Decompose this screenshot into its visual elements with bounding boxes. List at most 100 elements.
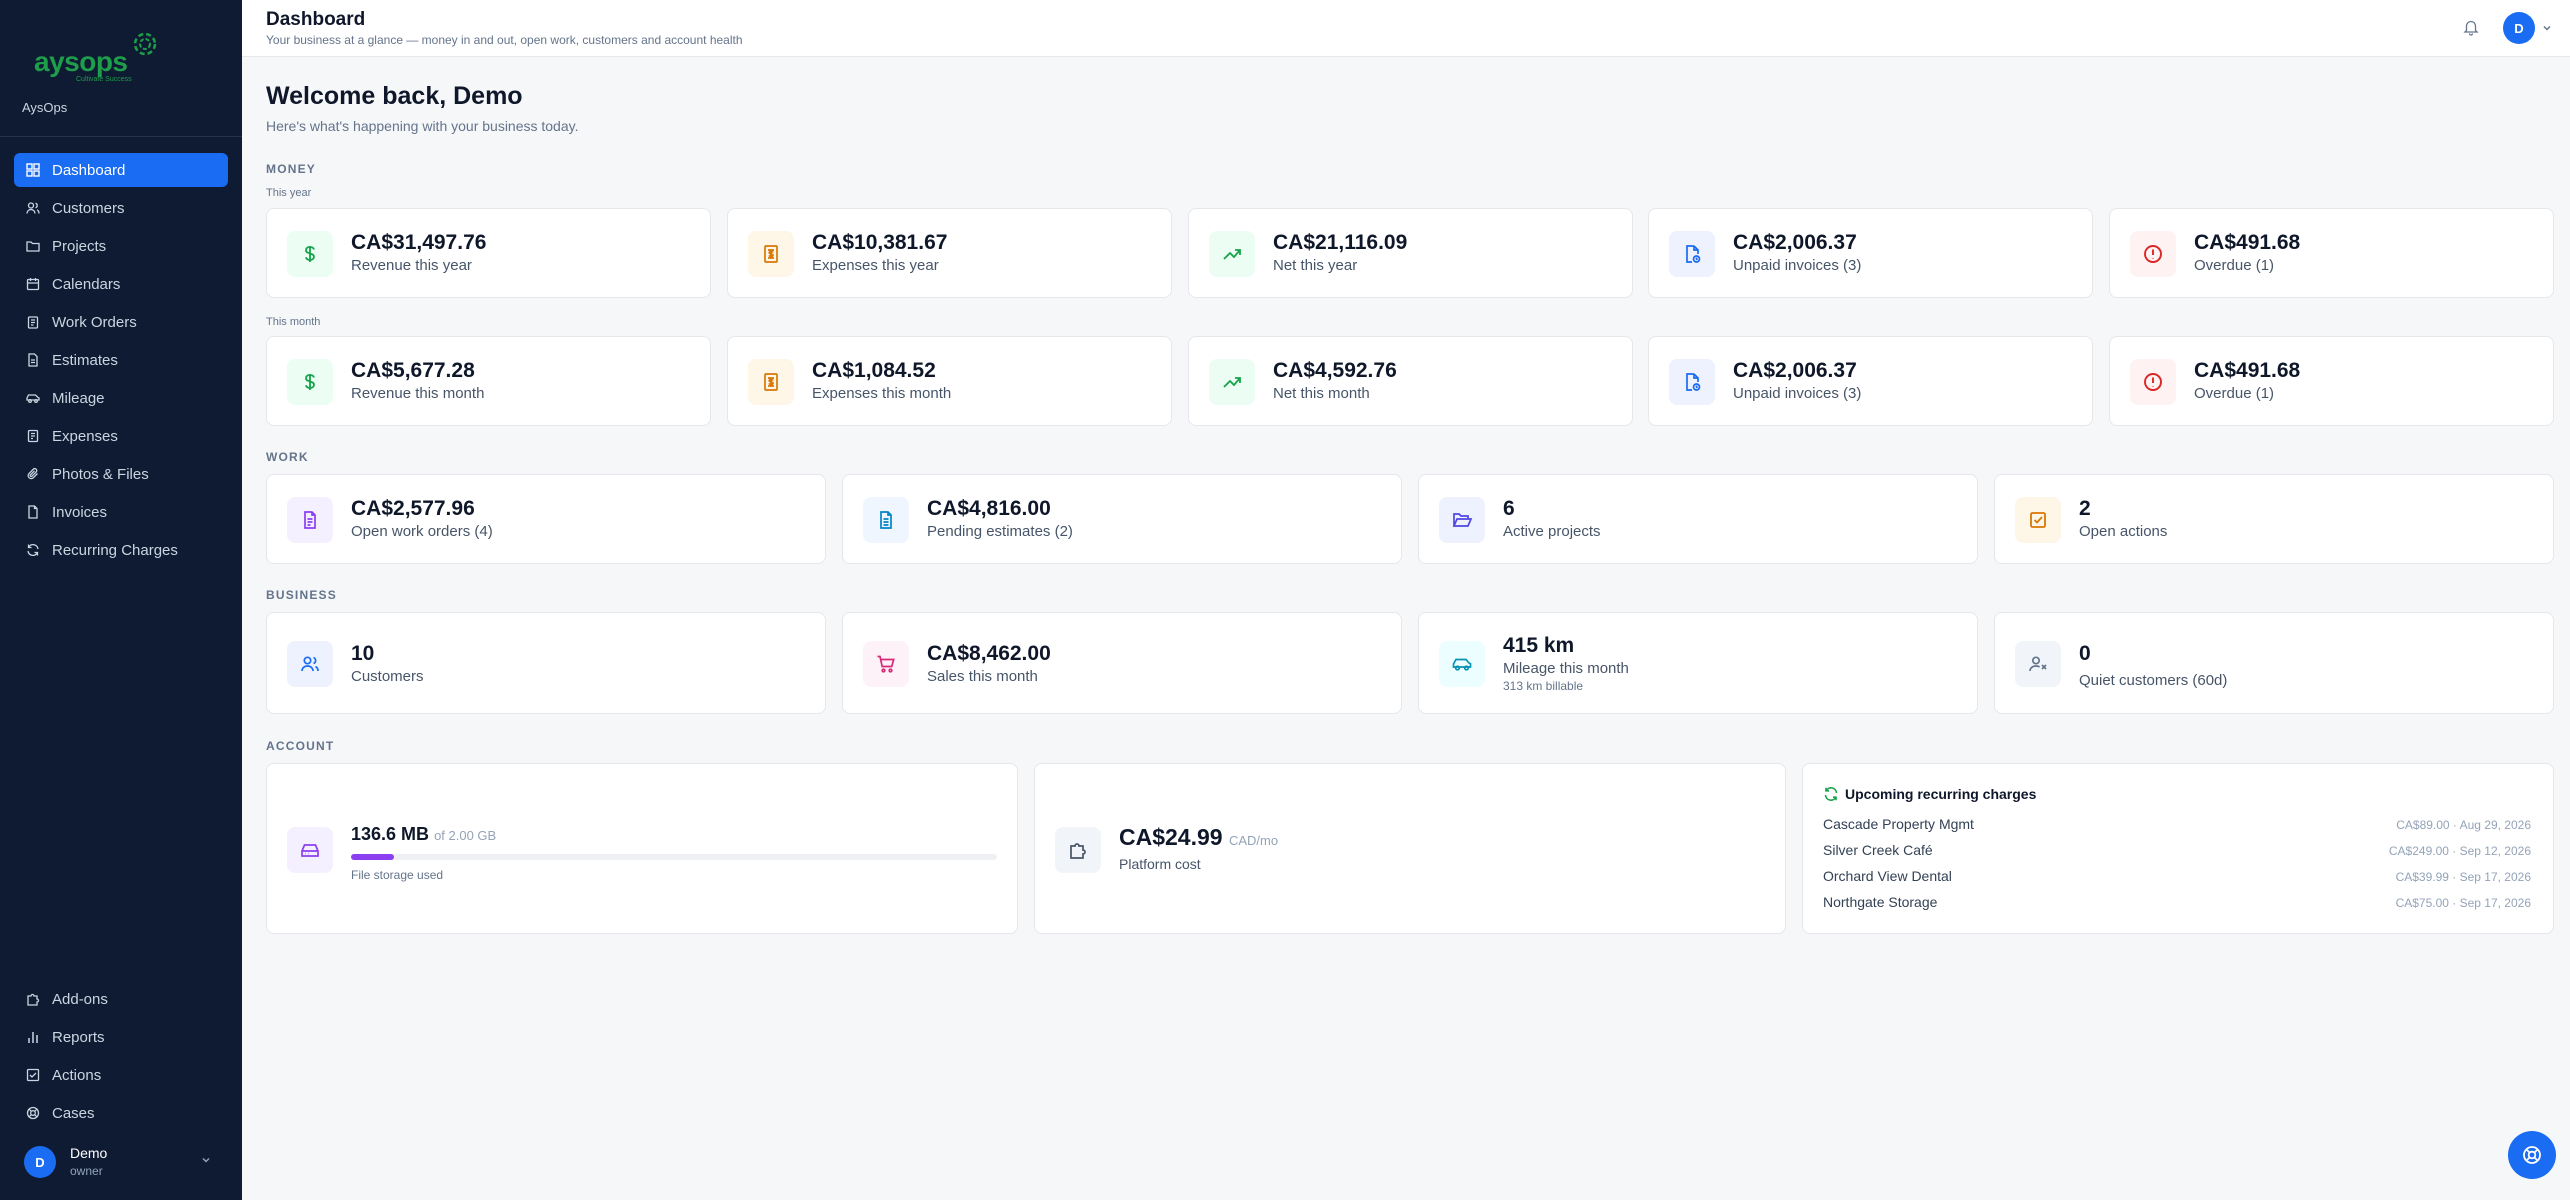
list-item[interactable]: Orchard View Dental CA$39.99 · Sep 17, 2… bbox=[1823, 868, 2531, 888]
stat-card-projects[interactable]: 6 Active projects bbox=[1418, 474, 1978, 564]
stat-label: Expenses this month bbox=[812, 385, 952, 402]
check-square-icon bbox=[2015, 497, 2061, 543]
stat-card-unpaid-year[interactable]: CA$2,006.37 Unpaid invoices (3) bbox=[1648, 208, 2093, 298]
recurring-title: Upcoming recurring charges bbox=[1845, 786, 2037, 802]
sidebar-item-work-orders[interactable]: Work Orders bbox=[14, 305, 228, 339]
lifebuoy-icon bbox=[2523, 1146, 2541, 1164]
list-item[interactable]: Northgate Storage CA$75.00 · Sep 17, 202… bbox=[1823, 894, 2531, 914]
stat-value: 6 bbox=[1503, 497, 1515, 520]
sidebar-item-projects[interactable]: Projects bbox=[14, 229, 228, 263]
sidebar-item-add-ons[interactable]: Add-ons bbox=[14, 982, 228, 1016]
bell-icon[interactable] bbox=[2462, 18, 2480, 36]
chevron-down-icon[interactable] bbox=[2541, 22, 2553, 34]
sidebar-item-label: Add-ons bbox=[52, 990, 108, 1008]
stat-card-revenue-month[interactable]: CA$5,677.28 Revenue this month bbox=[266, 336, 711, 426]
recurring-customer: Silver Creek Café bbox=[1823, 842, 1933, 858]
clipboard-icon bbox=[26, 315, 40, 329]
storage-card[interactable]: 136.6 MB of 2.00 GB File storage used bbox=[266, 763, 1018, 934]
clipboard-icon bbox=[287, 497, 333, 543]
help-button[interactable] bbox=[2508, 1131, 2556, 1179]
logo[interactable]: aysops Cultivate Success bbox=[32, 28, 172, 88]
stat-value: CA$10,381.67 bbox=[812, 231, 948, 254]
sidebar-item-cases[interactable]: Cases bbox=[14, 1096, 228, 1130]
stat-label: Open work orders (4) bbox=[351, 523, 493, 540]
logo-swirl-icon bbox=[133, 32, 157, 56]
user-name: Demo bbox=[70, 1145, 108, 1161]
org-name: AysOps bbox=[22, 100, 68, 115]
stat-card-sales[interactable]: CA$8,462.00 Sales this month bbox=[842, 612, 1402, 714]
sidebar-item-label: Customers bbox=[52, 199, 125, 217]
stat-label: Overdue (1) bbox=[2194, 257, 2275, 274]
stat-card-expenses-year[interactable]: CA$10,381.67 Expenses this year bbox=[727, 208, 1172, 298]
stat-value: CA$4,592.76 bbox=[1273, 359, 1397, 382]
section-account: ACCOUNT bbox=[266, 739, 335, 753]
stat-value: CA$31,497.76 bbox=[351, 231, 487, 254]
stat-card-estimates[interactable]: CA$4,816.00 Pending estimates (2) bbox=[842, 474, 1402, 564]
sidebar-item-label: Photos & Files bbox=[52, 465, 149, 483]
stat-label: Revenue this year bbox=[351, 257, 472, 274]
file-clock-icon bbox=[1669, 359, 1715, 405]
sidebar-item-mileage[interactable]: Mileage bbox=[14, 381, 228, 415]
sidebar-item-label: Actions bbox=[52, 1066, 102, 1084]
check-square-icon bbox=[26, 1068, 40, 1082]
stat-card-customers[interactable]: 10 Customers bbox=[266, 612, 826, 714]
sidebar-item-label: Expenses bbox=[52, 427, 118, 445]
stat-card-actions[interactable]: 2 Open actions bbox=[1994, 474, 2554, 564]
folder-icon bbox=[26, 239, 40, 253]
sidebar-item-label: Work Orders bbox=[52, 313, 137, 331]
stat-card-work-orders[interactable]: CA$2,577.96 Open work orders (4) bbox=[266, 474, 826, 564]
sidebar-item-actions[interactable]: Actions bbox=[14, 1058, 228, 1092]
sidebar-item-estimates[interactable]: Estimates bbox=[14, 343, 228, 377]
stat-card-unpaid-month[interactable]: CA$2,006.37 Unpaid invoices (3) bbox=[1648, 336, 2093, 426]
stat-value: CA$1,084.52 bbox=[812, 359, 936, 382]
sidebar-item-dashboard[interactable]: Dashboard bbox=[14, 153, 228, 187]
stat-value: CA$21,116.09 bbox=[1273, 231, 1408, 254]
recurring-amount-date: CA$39.99 · Sep 17, 2026 bbox=[2395, 870, 2531, 884]
sidebar-item-recurring-charges[interactable]: Recurring Charges bbox=[14, 533, 228, 567]
stat-label: Net this year bbox=[1273, 257, 1358, 274]
sidebar-item-label: Dashboard bbox=[52, 161, 126, 179]
sidebar-item-label: Cases bbox=[52, 1104, 95, 1122]
stat-card-revenue-year[interactable]: CA$31,497.76 Revenue this year bbox=[266, 208, 711, 298]
header-avatar[interactable]: D bbox=[2503, 12, 2535, 44]
stat-card-quiet-customers[interactable]: 0 Quiet customers (60d) bbox=[1994, 612, 2554, 714]
receipt-icon bbox=[748, 359, 794, 405]
stat-card-net-year[interactable]: CA$21,116.09 Net this year bbox=[1188, 208, 1633, 298]
sidebar-item-reports[interactable]: Reports bbox=[14, 1020, 228, 1054]
stat-label: Net this month bbox=[1273, 385, 1370, 402]
platform-cost-label: Platform cost bbox=[1119, 856, 1201, 872]
sidebar-item-customers[interactable]: Customers bbox=[14, 191, 228, 225]
sidebar-item-label: Projects bbox=[52, 237, 107, 255]
stat-card-expenses-month[interactable]: CA$1,084.52 Expenses this month bbox=[727, 336, 1172, 426]
sidebar-item-expenses[interactable]: Expenses bbox=[14, 419, 228, 453]
stat-card-net-month[interactable]: CA$4,592.76 Net this month bbox=[1188, 336, 1633, 426]
stat-label: Revenue this month bbox=[351, 385, 485, 402]
refresh-icon bbox=[1824, 787, 1838, 801]
stat-card-overdue-month[interactable]: CA$491.68 Overdue (1) bbox=[2109, 336, 2554, 426]
users-icon bbox=[287, 641, 333, 687]
stat-label: Unpaid invoices (3) bbox=[1733, 257, 1862, 274]
sidebar-item-invoices[interactable]: Invoices bbox=[14, 495, 228, 529]
stat-card-mileage[interactable]: 415 km Mileage this month 313 km billabl… bbox=[1418, 612, 1978, 714]
sidebar-item-photos-files[interactable]: Photos & Files bbox=[14, 457, 228, 491]
platform-cost-card[interactable]: CA$24.99 CAD/mo Platform cost bbox=[1034, 763, 1786, 934]
storage-label: File storage used bbox=[351, 868, 444, 882]
stat-label: Expenses this year bbox=[812, 257, 939, 274]
platform-cost-unit: CAD/mo bbox=[1228, 833, 1279, 848]
user-role: owner bbox=[70, 1164, 103, 1178]
this-year-label: This year bbox=[266, 187, 312, 199]
stat-value: CA$2,577.96 bbox=[351, 497, 475, 520]
user-menu[interactable]: D Demo owner bbox=[24, 1144, 224, 1180]
stat-value: CA$491.68 bbox=[2194, 359, 2301, 382]
page-subtitle: Your business at a glance — money in and… bbox=[266, 33, 743, 47]
trending-up-icon bbox=[1209, 359, 1255, 405]
sidebar-item-calendars[interactable]: Calendars bbox=[14, 267, 228, 301]
stat-card-overdue-year[interactable]: CA$491.68 Overdue (1) bbox=[2109, 208, 2554, 298]
list-item[interactable]: Cascade Property Mgmt CA$89.00 · Aug 29,… bbox=[1823, 816, 2531, 836]
divider bbox=[0, 136, 242, 137]
receipt-icon bbox=[26, 429, 40, 443]
list-item[interactable]: Silver Creek Café CA$249.00 · Sep 12, 20… bbox=[1823, 842, 2531, 862]
stat-value: 0 bbox=[2079, 642, 2091, 665]
sidebar-item-label: Mileage bbox=[52, 389, 105, 407]
cart-icon bbox=[863, 641, 909, 687]
